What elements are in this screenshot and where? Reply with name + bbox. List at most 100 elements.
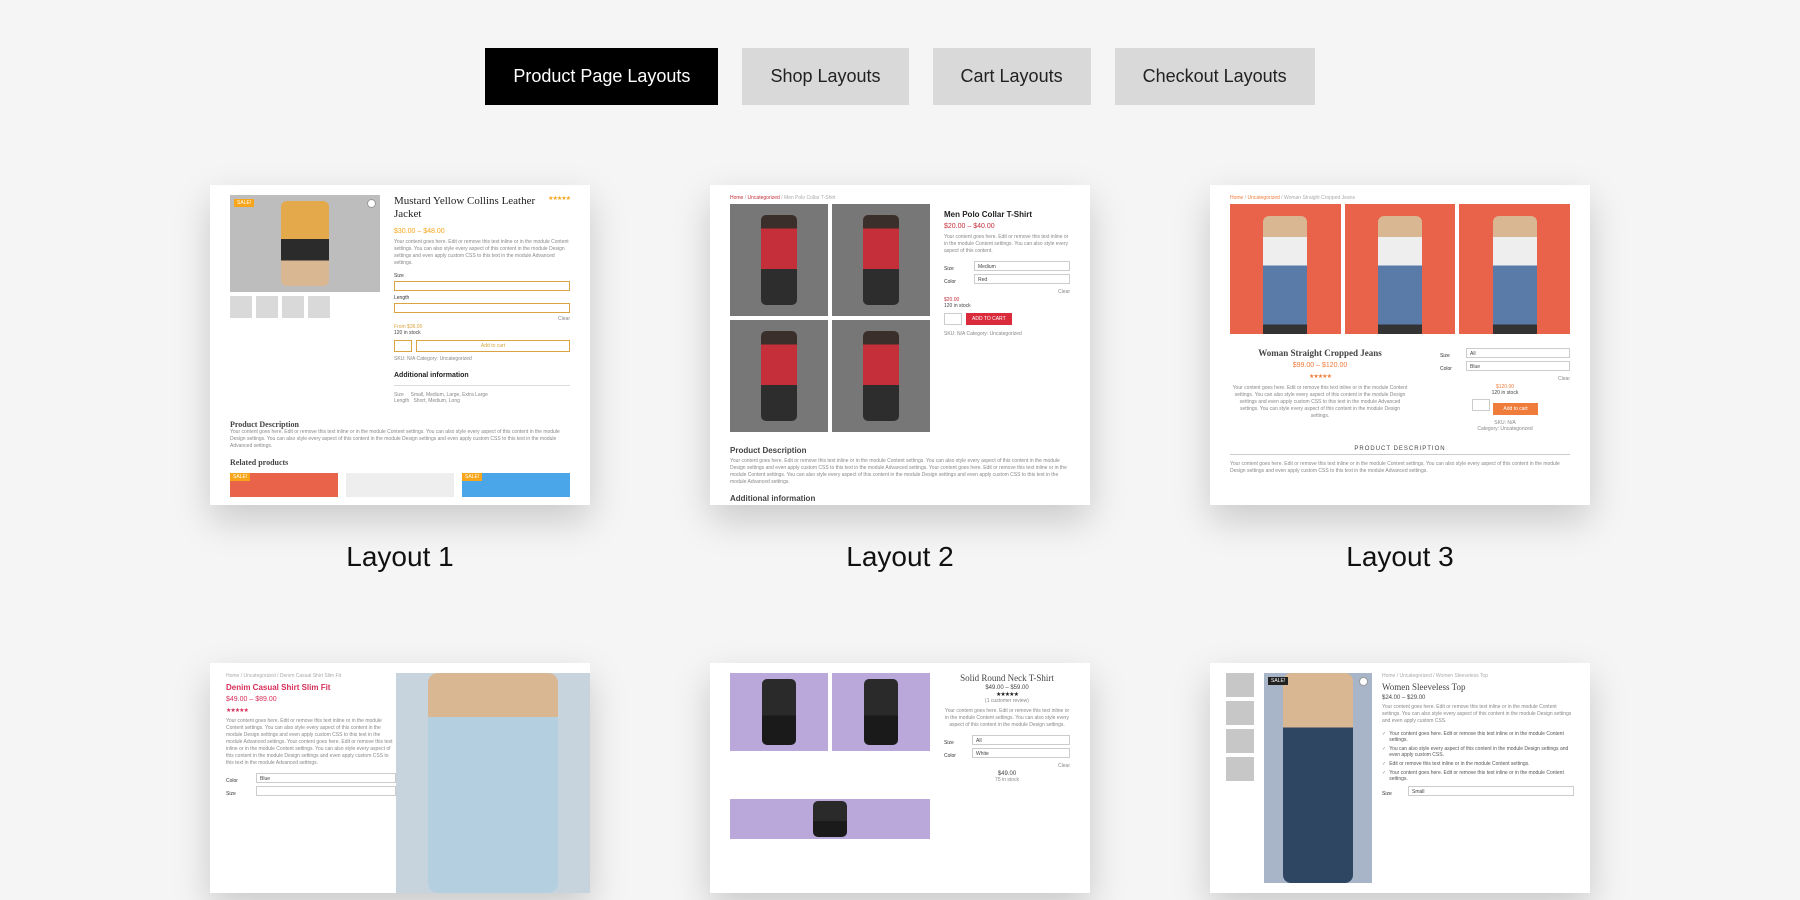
product-image-grid [730, 204, 930, 432]
layout-preview-6[interactable]: SALE! Home / Uncategorized / Women Sleev… [1210, 663, 1590, 893]
price: $24.00 – $29.00 [1382, 695, 1574, 701]
product-description-heading: Product Description [730, 446, 1070, 455]
size-select: All [972, 735, 1070, 745]
size-select [394, 281, 570, 291]
size-select: Medium [974, 261, 1070, 271]
sku-text: SKU: N/A Category: Uncategorized [1440, 420, 1570, 432]
size-label: Size [1440, 353, 1460, 359]
tab-checkout-layouts[interactable]: Checkout Layouts [1115, 48, 1315, 105]
thumbnail-row [230, 296, 380, 318]
tab-shop-layouts[interactable]: Shop Layouts [742, 48, 908, 105]
sale-badge: SALE! [234, 199, 254, 207]
breadcrumb: Home / Uncategorized / Denim Casual Shir… [226, 673, 396, 679]
layout-card-4: Home / Uncategorized / Denim Casual Shir… [210, 663, 590, 893]
qty-input [944, 313, 962, 325]
product-description: Your content goes here. Edit or remove t… [1230, 385, 1410, 420]
product-image-grid [1230, 204, 1570, 334]
stock-count: 75 in stock [944, 777, 1070, 783]
layout-card-1: SALE! Mustard Yellow Collins Leather Jac… [210, 185, 590, 573]
product-title: Men Polo Collar T-Shirt [944, 210, 1070, 219]
qty-input [394, 340, 412, 352]
product-title: Women Sleeveless Top [1382, 682, 1574, 692]
product-title: Denim Casual Shirt Slim Fit [226, 683, 396, 692]
sale-badge: SALE! [462, 473, 482, 481]
size-label: Size [394, 273, 570, 279]
add-to-cart-button: Add to cart [416, 340, 570, 352]
product-description: Your content goes here. Edit or remove t… [944, 234, 1070, 255]
layout-preview-3[interactable]: Home / Uncategorized / Woman Straight Cr… [1210, 185, 1590, 505]
tab-product-page-layouts[interactable]: Product Page Layouts [485, 48, 718, 105]
product-description: Your content goes here. Edit or remove t… [944, 708, 1070, 729]
layout-card-6: SALE! Home / Uncategorized / Women Sleev… [1210, 663, 1590, 893]
clear-link: Clear [944, 289, 1070, 295]
size-label: Size [944, 266, 966, 272]
related-heading: Related products [230, 458, 570, 467]
product-description-heading: Product Description [230, 420, 570, 429]
color-select: White [972, 748, 1070, 758]
qty-input [1472, 399, 1490, 411]
length-select [394, 303, 570, 313]
clear-link: Clear [1440, 376, 1570, 382]
additional-info-heading: Additional information [730, 494, 1070, 503]
product-description-body: Your content goes here. Edit or remove t… [1230, 461, 1570, 475]
product-title: Solid Round Neck T-Shirt [944, 673, 1070, 683]
sku-text: SKU: N/A Category: Uncategorized [944, 331, 1070, 337]
product-description-body: Your content goes here. Edit or remove t… [730, 458, 1070, 486]
product-image [396, 673, 590, 893]
layout-caption: Layout 2 [846, 541, 953, 573]
thumbnail-column [1226, 673, 1254, 883]
size-select: Small [1408, 786, 1574, 796]
zoom-icon [367, 199, 376, 208]
additional-info-body: Size Small, Medium, Large, Extra Large L… [394, 392, 570, 404]
product-description: Your content goes here. Edit or remove t… [394, 239, 570, 267]
length-label: Length [394, 295, 570, 301]
breadcrumb: Home / Uncategorized / Men Polo Collar T… [730, 195, 1070, 201]
clear-link: Clear [944, 763, 1070, 769]
sku-text: SKU: N/A Category: Uncategorized [394, 356, 570, 362]
description-tab: PRODUCT DESCRIPTION [1230, 446, 1570, 455]
stock-count: 120 in stock [1440, 390, 1570, 396]
color-label: Color [944, 279, 966, 285]
clear-link: Clear [394, 316, 570, 322]
product-title: Woman Straight Cropped Jeans [1230, 348, 1410, 358]
product-description-body: Your content goes here. Edit or remove t… [230, 429, 570, 450]
additional-info-heading: Additional information [394, 372, 570, 379]
layout-preview-2[interactable]: Home / Uncategorized / Men Polo Collar T… [710, 185, 1090, 505]
breadcrumb: Home / Uncategorized / Women Sleeveless … [1382, 673, 1574, 679]
product-image-grid [730, 673, 930, 883]
rating-stars: ★★★★★ [1309, 374, 1331, 380]
feature-bullet: Your content goes here. Edit or remove t… [1382, 731, 1574, 743]
layout-card-5: Solid Round Neck T-Shirt $49.00 – $59.00… [710, 663, 1090, 893]
product-image: SALE! [1264, 673, 1372, 883]
stock-count: 120 in stock [394, 330, 570, 336]
layout-card-2: Home / Uncategorized / Men Polo Collar T… [710, 185, 1090, 573]
sale-badge: SALE! [1268, 677, 1288, 685]
rating-stars: ★★★★★ [226, 708, 248, 714]
layout-tabs: Product Page Layouts Shop Layouts Cart L… [0, 0, 1800, 185]
color-label: Color [944, 753, 964, 759]
rating-stars: ★★★★★ [548, 195, 570, 202]
feature-bullet: Your content goes here. Edit or remove t… [1382, 770, 1574, 782]
price: $99.00 – $120.00 [1230, 362, 1410, 369]
review-count: (1 customer review) [944, 698, 1070, 704]
breadcrumb: Home / Uncategorized / Woman Straight Cr… [1230, 195, 1570, 201]
zoom-icon [1359, 677, 1368, 686]
product-image: SALE! [230, 195, 380, 292]
product-description: Your content goes here. Edit or remove t… [1382, 704, 1574, 725]
size-label: Size [1382, 791, 1400, 797]
layout-preview-4[interactable]: Home / Uncategorized / Denim Casual Shir… [210, 663, 590, 893]
color-label: Color [226, 778, 248, 784]
layout-preview-5[interactable]: Solid Round Neck T-Shirt $49.00 – $59.00… [710, 663, 1090, 893]
price: $49.00 – $59.00 [944, 685, 1070, 691]
layout-card-3: Home / Uncategorized / Woman Straight Cr… [1210, 185, 1590, 573]
feature-bullet: You can also style every aspect of this … [1382, 746, 1574, 758]
product-title: Mustard Yellow Collins Leather Jacket [394, 195, 548, 221]
add-to-cart-button: ADD TO CART [966, 313, 1012, 325]
price: $20.00 – $40.00 [944, 223, 1070, 230]
stock-count: 120 in stock [944, 303, 1070, 309]
price: $30.00 – $48.00 [394, 228, 570, 235]
size-label: Size [226, 791, 248, 797]
layout-caption: Layout 1 [346, 541, 453, 573]
tab-cart-layouts[interactable]: Cart Layouts [933, 48, 1091, 105]
layout-preview-1[interactable]: SALE! Mustard Yellow Collins Leather Jac… [210, 185, 590, 505]
